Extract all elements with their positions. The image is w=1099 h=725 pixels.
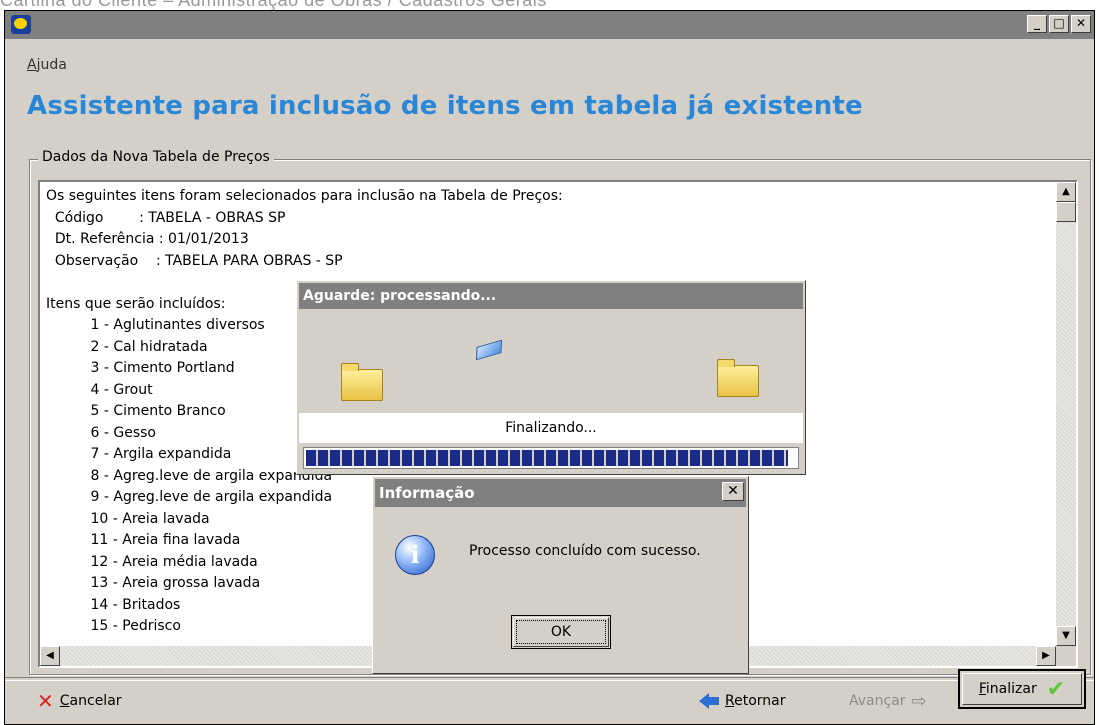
finish-label: Finalizar xyxy=(978,681,1037,697)
vertical-scrollbar[interactable]: ▲ ▼ xyxy=(1056,182,1076,646)
arrow-left-icon xyxy=(699,693,719,709)
menu-item-ajuda[interactable]: Ajuda xyxy=(27,57,67,73)
next-button: Avançar ⇨ xyxy=(849,687,927,715)
finish-button[interactable]: Finalizar ✔ xyxy=(958,669,1086,709)
progress-bar xyxy=(303,447,799,469)
maximize-button[interactable]: □ xyxy=(1049,15,1069,33)
ok-label: OK xyxy=(516,620,606,644)
cancel-icon: ✕ xyxy=(37,689,54,713)
back-label: Retornar xyxy=(725,693,786,709)
ok-button[interactable]: OK xyxy=(511,615,611,649)
cancel-button[interactable]: ✕ Cancelar xyxy=(37,687,122,715)
close-button[interactable]: ✕ xyxy=(1071,15,1091,33)
scroll-down-button[interactable]: ▼ xyxy=(1056,626,1076,646)
app-icon xyxy=(11,15,31,34)
arrow-right-icon: ⇨ xyxy=(911,690,927,712)
progress-status: Finalizando... xyxy=(299,413,803,443)
scroll-corner xyxy=(1056,646,1076,666)
info-icon: i xyxy=(395,535,435,575)
scroll-up-button[interactable]: ▲ xyxy=(1056,182,1076,202)
scroll-thumb[interactable] xyxy=(1056,202,1076,222)
info-dialog: Informação ✕ i Processo concluído com su… xyxy=(372,476,749,674)
flying-document-icon xyxy=(475,339,503,361)
menu-bar: Ajuda xyxy=(5,39,1094,73)
progress-fill xyxy=(306,450,789,466)
info-message: Processo concluído com sucesso. xyxy=(469,543,701,559)
group-legend: Dados da Nova Tabela de Preços xyxy=(38,149,274,165)
window-controls: _ □ ✕ xyxy=(1027,15,1091,33)
destination-folder-icon xyxy=(717,359,759,397)
footer-divider xyxy=(5,677,1094,681)
info-dialog-title: Informação xyxy=(375,479,746,507)
minimize-button[interactable]: _ xyxy=(1027,15,1047,33)
source-folder-icon xyxy=(341,363,383,401)
check-icon: ✔ xyxy=(1046,676,1066,702)
info-close-button[interactable]: ✕ xyxy=(722,482,744,501)
cancel-label: Cancelar xyxy=(59,693,122,709)
summary-line: Dt. Referência : 01/01/2013 xyxy=(46,231,249,247)
summary-line: Observação : TABELA PARA OBRAS - SP xyxy=(46,252,343,269)
summary-line: Código : TABELA - OBRAS SP xyxy=(46,209,286,226)
next-label: Avançar xyxy=(849,693,906,709)
progress-dialog-title: Aguarde: processando... xyxy=(299,283,803,309)
scroll-left-button[interactable]: ◀ xyxy=(40,646,60,666)
title-bar: _ □ ✕ xyxy=(5,11,1094,39)
scroll-right-button[interactable]: ▶ xyxy=(1036,646,1056,666)
page-caption: Cartilha do Cliente – Administração de O… xyxy=(0,0,547,10)
summary-line: Os seguintes itens foram selecionados pa… xyxy=(46,188,563,204)
back-button[interactable]: Retornar xyxy=(699,687,786,715)
progress-dialog: Aguarde: processando... Finalizando... xyxy=(296,280,806,475)
wizard-headline: Assistente para inclusão de itens em tab… xyxy=(27,91,863,121)
